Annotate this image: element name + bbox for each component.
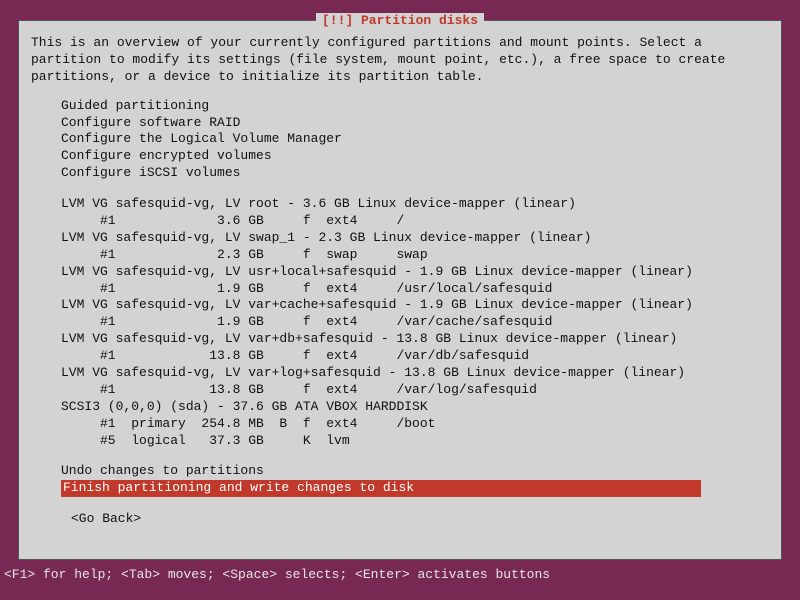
partition-dialog: [!!] Partition disks This is an overview…	[18, 20, 782, 560]
part-lv-usrlocal[interactable]: LVM VG safesquid-vg, LV usr+local+safesq…	[61, 264, 769, 281]
intro-text: This is an overview of your currently co…	[31, 35, 769, 86]
menu-configure-iscsi[interactable]: Configure iSCSI volumes	[61, 165, 769, 182]
dialog-content: This is an overview of your currently co…	[19, 21, 781, 538]
action-block: Undo changes to partitions Finish partit…	[31, 463, 769, 497]
help-footer: <F1> for help; <Tab> moves; <Space> sele…	[0, 567, 550, 584]
part-lv-vardb-entry[interactable]: #1 13.8 GB f ext4 /var/db/safesquid	[61, 348, 769, 365]
menu-configure-raid[interactable]: Configure software RAID	[61, 115, 769, 132]
part-lv-varlog-entry[interactable]: #1 13.8 GB f ext4 /var/log/safesquid	[61, 382, 769, 399]
part-lv-varcache-entry[interactable]: #1 1.9 GB f ext4 /var/cache/safesquid	[61, 314, 769, 331]
undo-changes[interactable]: Undo changes to partitions	[61, 463, 769, 480]
config-menu: Guided partitioning Configure software R…	[31, 98, 769, 182]
part-lv-root[interactable]: LVM VG safesquid-vg, LV root - 3.6 GB Li…	[61, 196, 769, 213]
part-lv-varcache[interactable]: LVM VG safesquid-vg, LV var+cache+safesq…	[61, 297, 769, 314]
go-back-button[interactable]: <Go Back>	[31, 511, 769, 528]
menu-configure-encrypted[interactable]: Configure encrypted volumes	[61, 148, 769, 165]
menu-configure-lvm[interactable]: Configure the Logical Volume Manager	[61, 131, 769, 148]
finish-partitioning-label: Finish partitioning and write changes to…	[61, 480, 701, 497]
dialog-title: [!!] Partition disks	[316, 13, 484, 28]
part-lv-usrlocal-entry[interactable]: #1 1.9 GB f ext4 /usr/local/safesquid	[61, 281, 769, 298]
dialog-title-wrap: [!!] Partition disks	[19, 13, 781, 30]
part-scsi-logical[interactable]: #5 logical 37.3 GB K lvm	[61, 433, 769, 450]
menu-guided-partitioning[interactable]: Guided partitioning	[61, 98, 769, 115]
part-lv-root-entry[interactable]: #1 3.6 GB f ext4 /	[61, 213, 769, 230]
part-scsi-primary[interactable]: #1 primary 254.8 MB B f ext4 /boot	[61, 416, 769, 433]
part-lv-varlog[interactable]: LVM VG safesquid-vg, LV var+log+safesqui…	[61, 365, 769, 382]
part-scsi-disk[interactable]: SCSI3 (0,0,0) (sda) - 37.6 GB ATA VBOX H…	[61, 399, 769, 416]
part-lv-swap-entry[interactable]: #1 2.3 GB f swap swap	[61, 247, 769, 264]
partition-list: LVM VG safesquid-vg, LV root - 3.6 GB Li…	[31, 196, 769, 449]
part-lv-vardb[interactable]: LVM VG safesquid-vg, LV var+db+safesquid…	[61, 331, 769, 348]
part-lv-swap[interactable]: LVM VG safesquid-vg, LV swap_1 - 2.3 GB …	[61, 230, 769, 247]
finish-partitioning[interactable]: Finish partitioning and write changes to…	[61, 480, 769, 497]
